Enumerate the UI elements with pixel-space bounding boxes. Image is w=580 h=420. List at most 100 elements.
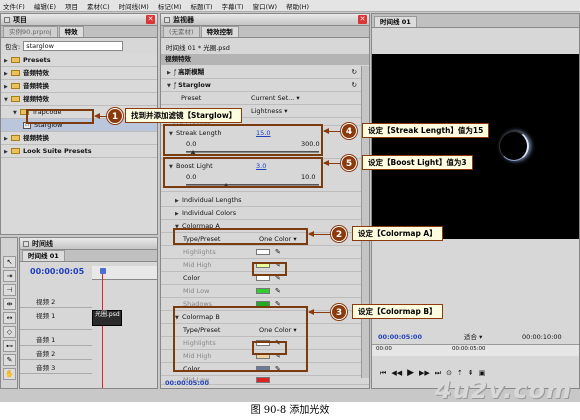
slip-icon[interactable]: ⊷ <box>3 340 16 352</box>
step-back-icon[interactable]: ⏮ <box>380 369 386 378</box>
chevron-right-icon[interactable]: ▶ <box>4 146 11 157</box>
glow-ring <box>499 131 529 161</box>
program-ruler[interactable]: 00:00 00:00:05:00 <box>372 344 579 356</box>
menu-marker[interactable]: 标记(M) <box>158 1 182 11</box>
eyedropper-icon[interactable]: ✎ <box>275 246 281 258</box>
individual-lengths-row[interactable]: ▶ Individual Lengths <box>161 194 369 207</box>
chevron-right-icon[interactable]: ▶ <box>175 208 182 219</box>
highlight-box-colormap-b-color <box>252 341 287 355</box>
folder-icon <box>11 83 20 89</box>
tab-project-file[interactable]: 实例90.prproj <box>3 26 58 37</box>
timeline-clip[interactable]: 光圈.psd <box>92 310 122 326</box>
rate-stretch-icon[interactable]: ↔ <box>3 312 16 324</box>
menu-subtitle[interactable]: 字幕(T) <box>222 1 244 11</box>
tree-item-video-effects[interactable]: ▼ 视频特效 <box>1 93 157 106</box>
menu-bar: 文件(F) 编辑(E) 项目 素材(C) 时间线(M) 标记(M) 标题(T) … <box>0 0 580 12</box>
input-channel-dropdown[interactable]: Lightness ▾ <box>251 105 287 117</box>
callout-badge-4: 4 <box>341 123 357 139</box>
individual-colors-row[interactable]: ▶ Individual Colors <box>161 207 369 220</box>
menu-sequence[interactable]: 时间线(M) <box>119 1 149 11</box>
tab-program-timeline[interactable]: 时间线 01 <box>374 16 417 27</box>
tree-item-look-suite[interactable]: ▶ Look Suite Presets <box>1 145 157 158</box>
chevron-right-icon[interactable]: ▶ <box>4 81 11 92</box>
reset-icon[interactable]: ↻ <box>352 79 357 91</box>
close-icon[interactable]: ✕ <box>358 15 367 24</box>
effect-gaussian-blur[interactable]: ▶ ƒ 高斯模糊 ↻ <box>161 66 369 79</box>
tree-item-video-transitions[interactable]: ▶ 视频转换 <box>1 132 157 145</box>
ripple-edit-icon[interactable]: ⊣ <box>3 284 16 296</box>
menu-title[interactable]: 标题(T) <box>191 1 213 11</box>
tab-effects[interactable]: 特效 <box>58 26 84 37</box>
menu-project[interactable]: 项目 <box>65 1 78 11</box>
play-icon[interactable]: ▶ <box>407 368 414 378</box>
folder-icon <box>11 57 20 63</box>
project-title-bar: 项目 ✕ <box>1 14 157 26</box>
track-audio-3: 音频 3 <box>20 362 92 374</box>
reset-icon[interactable]: ↻ <box>352 66 357 78</box>
menu-edit[interactable]: 编辑(E) <box>34 1 56 11</box>
search-input[interactable]: starglow <box>23 40 124 51</box>
chevron-right-icon[interactable]: ▶ <box>175 195 182 206</box>
select-tool-icon[interactable]: ↖ <box>3 256 16 268</box>
effects-tree: ▶ Presets ▶ 音频特效 ▶ 音频转换 ▼ 视频特效 ▼ Trapcode ▭ St… <box>1 54 157 234</box>
callout-arrow-1 <box>94 113 107 119</box>
effect-controls-scrollbar[interactable] <box>361 66 369 378</box>
chevron-right-icon[interactable]: ▶ <box>4 68 11 79</box>
playhead-line <box>102 274 103 388</box>
preset-dropdown[interactable]: Current Set... ▾ <box>251 92 300 104</box>
fx-icon: ƒ <box>174 69 177 76</box>
program-status-row: 00:00:05:00 适合 ▾ 00:00:10:00 <box>372 331 579 343</box>
effect-starglow[interactable]: ▼ ƒ Starglow ↻ <box>161 79 369 92</box>
menu-clip[interactable]: 素材(C) <box>87 1 110 11</box>
timeline-timecode[interactable]: 00:00:00:05 <box>30 267 84 276</box>
chevron-right-icon[interactable]: ▶ <box>167 67 174 78</box>
tab-source[interactable]: (无素材) <box>163 26 200 37</box>
chevron-down-icon[interactable]: ▼ <box>4 94 11 105</box>
menu-help[interactable]: 帮助(H) <box>286 1 309 11</box>
track-select-icon[interactable]: ⇥ <box>3 270 16 282</box>
chevron-right-icon[interactable]: ▶ <box>4 55 11 66</box>
callout-arrow-3 <box>308 309 331 315</box>
grip-icon[interactable] <box>23 241 29 247</box>
tree-item-presets[interactable]: ▶ Presets <box>1 54 157 67</box>
folder-icon <box>11 135 20 141</box>
razor-icon[interactable]: ◇ <box>3 326 16 338</box>
callout-text-4: 设定【Streak Length】值为15 <box>362 123 490 138</box>
close-icon[interactable]: ✕ <box>146 15 155 24</box>
rolling-edit-icon[interactable]: ⇹ <box>3 298 16 310</box>
program-timecode[interactable]: 00:00:05:00 <box>378 331 422 343</box>
menu-file[interactable]: 文件(F) <box>3 1 25 11</box>
eyedropper-icon[interactable]: ✎ <box>275 285 281 297</box>
color-swatch[interactable] <box>256 288 270 294</box>
track-video-1: 视频 1 <box>20 310 92 330</box>
hand-icon[interactable]: ✋ <box>3 368 16 380</box>
grip-icon[interactable] <box>164 17 170 23</box>
color-swatch[interactable] <box>256 377 270 383</box>
chevron-right-icon[interactable]: ▶ <box>4 133 11 144</box>
callout-badge-1: 1 <box>107 108 123 124</box>
effect-timecode[interactable]: 00:00:05:00 <box>165 379 209 387</box>
callout-text-5: 设定【Boost Light】值为3 <box>362 155 473 170</box>
callout-text-2: 设定【Colormap A】 <box>352 226 443 241</box>
tab-effect-controls[interactable]: 特效控制 <box>200 26 239 37</box>
folder-icon <box>11 148 20 154</box>
tab-timeline-01[interactable]: 时间线 01 <box>22 250 65 261</box>
menu-window[interactable]: 窗口(W) <box>253 1 278 11</box>
playhead-icon[interactable] <box>100 268 106 274</box>
zoom-dropdown[interactable]: 适合 ▾ <box>464 331 482 343</box>
tree-item-audio-transitions[interactable]: ▶ 音频转换 <box>1 80 157 93</box>
chevron-down-icon[interactable]: ▼ <box>167 80 174 91</box>
chevron-down-icon[interactable]: ▼ <box>13 107 20 118</box>
search-label: 包含: <box>5 42 21 51</box>
folder-icon <box>11 96 20 102</box>
pen-icon[interactable]: ✎ <box>3 354 16 366</box>
forward-icon[interactable]: ▶▶ <box>419 369 430 377</box>
callout-arrow-2 <box>308 231 331 237</box>
project-panel: 项目 ✕ 实例90.prproj 特效 包含: starglow ▶ Presets… <box>0 13 158 235</box>
program-video <box>372 54 579 239</box>
ruler-start: 00:00 <box>376 346 392 352</box>
color-swatch[interactable] <box>256 249 270 255</box>
grip-icon[interactable] <box>4 17 10 23</box>
tree-item-audio-effects[interactable]: ▶ 音频特效 <box>1 67 157 80</box>
rewind-icon[interactable]: ◀◀ <box>391 369 402 377</box>
